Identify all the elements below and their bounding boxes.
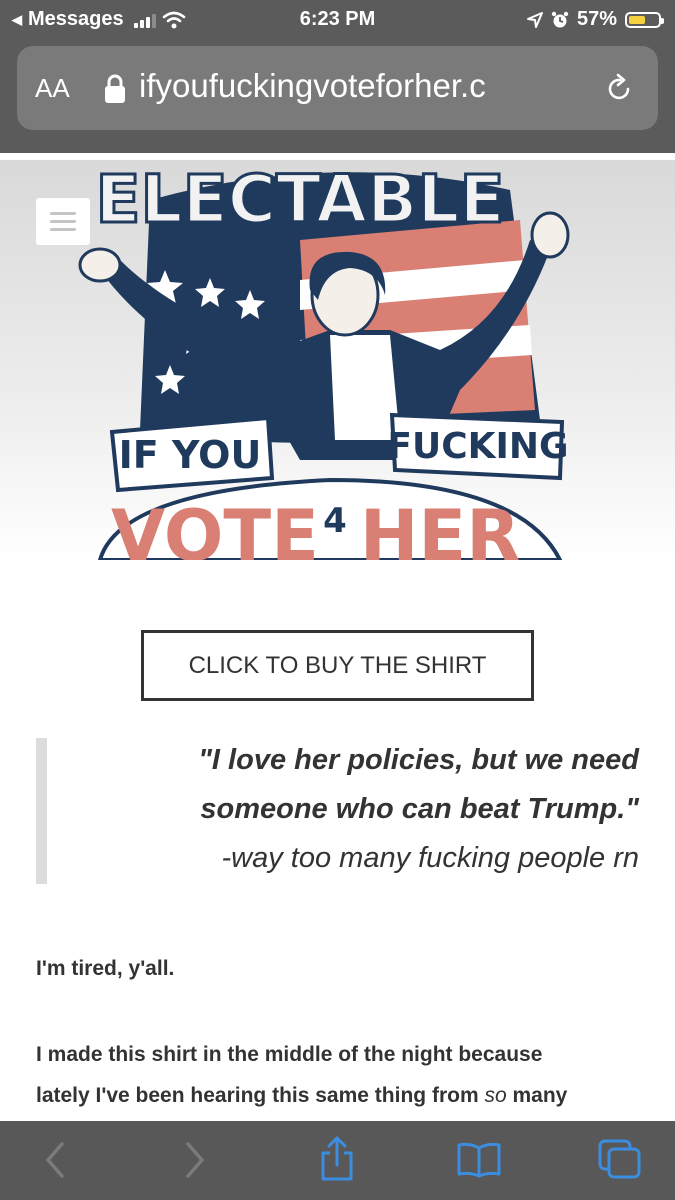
reload-icon[interactable] — [606, 73, 634, 103]
status-bar: ◀ Messages 6:23 PM 57% — [0, 0, 675, 40]
forward-icon[interactable] — [180, 1140, 210, 1180]
hamburger-line — [50, 220, 76, 223]
hamburger-line — [50, 228, 76, 231]
address-bar[interactable]: AA ifyoufuckingvoteforher.c — [17, 46, 658, 130]
hero-banner: ELECTABLE IF YOU FUCKING VOTE 4 HER — [0, 160, 675, 560]
paragraph-2-text-b: many — [506, 1084, 568, 1107]
hero-text-fucking: FUCKING — [387, 426, 568, 467]
quote-line-2: someone who can beat Trump." — [200, 793, 639, 825]
battery-icon — [625, 11, 664, 28]
back-icon[interactable] — [40, 1140, 70, 1180]
browser-top-chrome: ◀ Messages 6:23 PM 57% AA ifyoufuckingvo… — [0, 0, 675, 153]
text-size-label: AA — [35, 73, 70, 103]
share-icon[interactable] — [318, 1135, 356, 1183]
hamburger-menu-icon — [50, 212, 76, 215]
bookmarks-icon[interactable] — [456, 1142, 502, 1178]
browser-toolbar — [0, 1121, 675, 1200]
quote-line-1: "I love her policies, but we need — [198, 744, 639, 776]
url-text[interactable]: ifyoufuckingvoteforher.c — [139, 67, 579, 105]
status-right: 57% — [526, 8, 664, 31]
paragraph-2-line-2: lately I've been hearing this same thing… — [36, 1084, 567, 1108]
lock-icon — [105, 74, 125, 103]
paragraph-1: I'm tired, y'all. — [36, 957, 175, 980]
text-size-button[interactable]: AA — [35, 73, 70, 104]
hero-text-4: 4 — [323, 501, 347, 541]
location-arrow-icon — [526, 11, 543, 28]
battery-percent: 57% — [576, 8, 617, 30]
paragraph-2-line-1: I made this shirt in the middle of the n… — [36, 1043, 543, 1066]
buy-shirt-label: CLICK TO BUY THE SHIRT — [188, 651, 487, 679]
hamburger-menu-button[interactable] — [36, 198, 90, 245]
buy-shirt-button[interactable]: CLICK TO BUY THE SHIRT — [141, 630, 534, 701]
hero-text-electable: ELECTABLE — [95, 161, 504, 238]
battery-fill — [629, 15, 645, 24]
paragraph-2-emphasis: so — [484, 1084, 507, 1107]
quote-attribution: -way too many fucking people rn — [221, 842, 640, 874]
blockquote: "I love her policies, but we need someon… — [36, 738, 639, 884]
paragraph-2-text-a: lately I've been hearing this same thing… — [36, 1084, 485, 1107]
hero-text-if-you: IF YOU — [119, 433, 262, 477]
tabs-icon[interactable] — [597, 1138, 643, 1180]
quote-bar — [36, 738, 47, 884]
hero-text-vote: VOTE — [111, 495, 319, 560]
alarm-icon — [551, 11, 569, 27]
hero-illustration: ELECTABLE IF YOU FUCKING VOTE 4 HER — [78, 160, 570, 560]
hero-text-her: HER — [360, 495, 520, 560]
